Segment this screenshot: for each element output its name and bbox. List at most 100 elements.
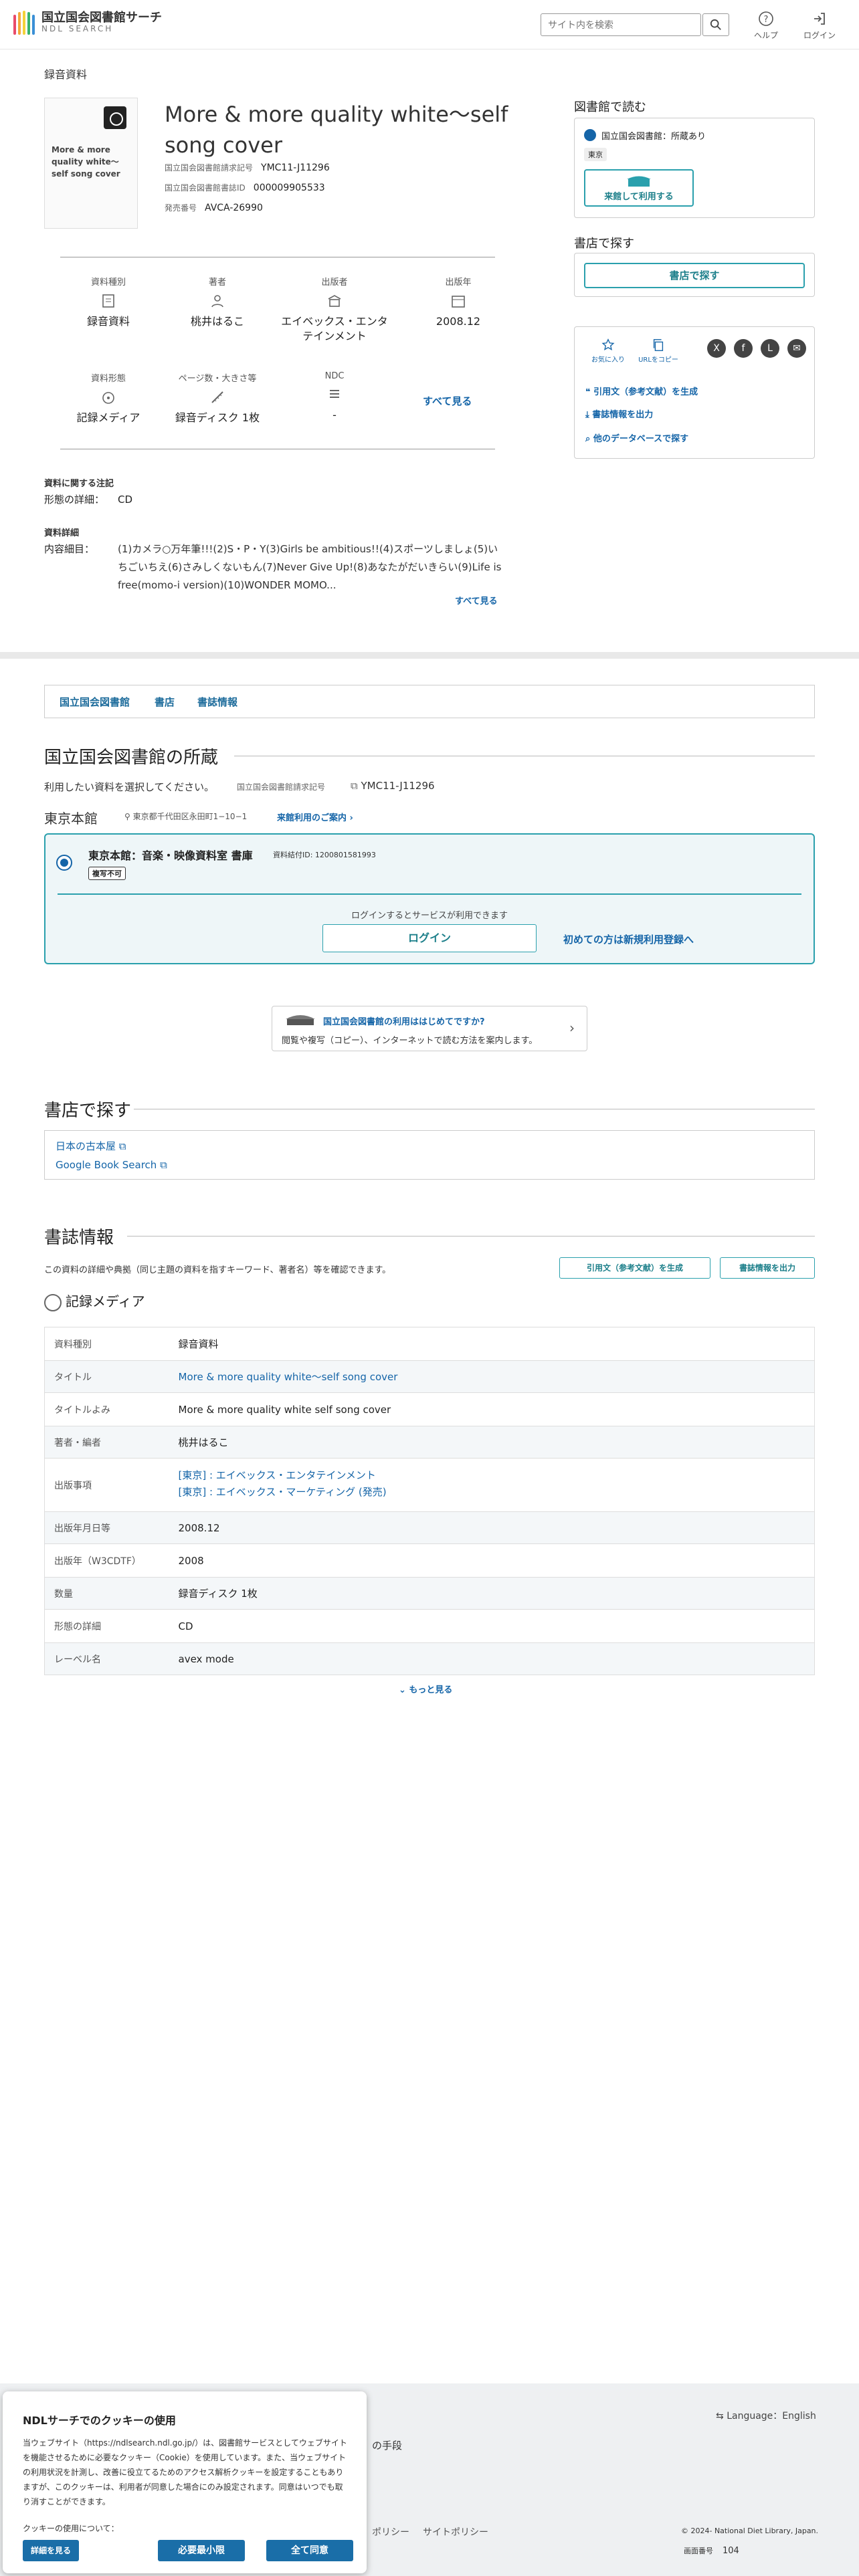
footer-site-policy-link[interactable]: サイトポリシー [423,2525,488,2539]
table-row: 数量 録音ディスク 1枚 [44,1577,815,1610]
library-illustration-icon [286,1015,315,1025]
copy-icon [653,339,664,351]
branch-address: ⚲ 東京都千代田区永田町1−10−1 [124,812,248,821]
bookstore-link-kosho[interactable]: 日本の古本屋 ⧉ [56,1139,126,1153]
login-button[interactable]: ログイン [322,924,537,952]
cd-icon [104,106,126,129]
biblio-table: 資料種別 録音資料 タイトル More & more quality white〜s… [44,1327,815,1675]
thumbnail-title: More & more quality white〜self song cove… [52,145,120,179]
table-row: タイトル More & more quality white〜self song … [44,1360,815,1393]
tab-ndl[interactable]: 国立国会図書館 [60,695,130,709]
detail-heading: 資料詳細 [44,528,80,538]
tab-biblio[interactable]: 書誌情報 [197,695,237,709]
ndl-mark-icon [584,129,596,141]
quote-icon: ❝ [585,387,594,397]
other-database-link[interactable]: ⌕ 他のデータベースで探す [585,431,688,444]
logo-subtitle: NDL SEARCH [41,24,114,33]
facet-pages-size[interactable]: ページ数・大きさ等 録音ディスク 1枚 [164,371,271,425]
facet-ndc[interactable]: NDC - [281,371,388,423]
holdings-call-no: ⧉ YMC11-J11296 [351,780,435,792]
copy-url-button[interactable]: URLをコピー [635,338,682,364]
logo-title[interactable]: 国立国会図書館サーチ [41,8,162,25]
cookie-minimal-button[interactable]: 必要最小限 [158,2540,245,2561]
facet-author[interactable]: 著者 桃井はるこ [164,275,271,329]
table-row: 著者・編者 桃井はるこ [44,1426,815,1459]
footer-policy-link[interactable]: ポリシー [372,2525,409,2539]
favorite-button[interactable]: お気に入り [588,338,628,364]
screen-number: 画面番号 104 [684,2546,739,2556]
holding-radio[interactable] [56,855,72,871]
title-link[interactable]: More & more quality white〜self song cove… [179,1371,398,1383]
facet-grid: 資料種別 録音資料 著者 桃井はるこ 出版者 エイベックス・エンタテインメント … [60,257,495,449]
meta-call-number: 国立国会図書館請求記号 YMC11-J11296 [165,163,330,173]
cookie-title: NDLサーチでのクッキーの使用 [23,2414,176,2427]
library-building-icon [627,176,651,187]
form-detail-row: 形態の詳細： CD [44,494,133,506]
show-more-link[interactable]: ⌄ もっと見る [399,1683,452,1695]
facebook-share-icon[interactable]: f [734,339,753,358]
help-button[interactable]: ? ヘルプ [743,11,789,41]
bookstore-links-box: 日本の古本屋 ⧉ Google Book Search ⧉ [44,1130,815,1180]
register-link[interactable]: 初めての方は新規利用登録へ [563,932,694,946]
contents-see-all-link[interactable]: すべて見る [455,594,498,607]
material-type-label: 録音資料 [44,68,88,81]
search-button[interactable] [702,13,729,36]
biblio-heading-rule [127,1236,815,1237]
cookie-usage-label: クッキーの使用について： [23,2524,119,2533]
search-small-icon: ⌕ [585,434,593,444]
login-label: ログイン [803,31,836,40]
building-icon [328,295,341,307]
biblio-export-button[interactable]: 書誌情報を出力 [720,1257,815,1279]
cookie-details-button[interactable]: 詳細を見る [23,2540,79,2561]
ruler-icon [211,391,223,403]
download-icon: ⤓ [585,410,593,420]
external-link-icon: ⧉ [116,1140,126,1152]
bookstore-box-right: 書店で探す [574,253,815,297]
x-share-icon[interactable]: X [707,339,726,358]
bookstore-search-button[interactable]: 書店で探す [584,263,805,288]
generate-citation-link[interactable]: ❝ 引用文（参考文献）を生成 [585,385,698,397]
library-holding-box: 国立国会図書館：所蔵あり 東京 来館して利用する [574,118,815,218]
publisher-link[interactable]: [東京] : エイベックス・エンタテインメント [179,1469,376,1481]
login-icon [814,13,825,25]
table-row: タイトルよみ More & more quality white self son… [44,1392,815,1426]
cookie-body: 当ウェブサイト（https://ndlsearch.ndl.go.jp/）は、図… [23,2438,347,2506]
export-biblio-link[interactable]: ⤓ 書誌情報を出力 [585,407,653,420]
line-share-icon[interactable]: L [761,339,779,358]
disc-icon [44,1293,62,1311]
login-prompt: ログインするとサービスが利用できます [351,911,508,921]
cookie-accept-all-button[interactable]: 全て同意 [266,2540,353,2561]
holding-card[interactable]: 東京本館：音楽・映像資料室 書庫 資料結付ID: 1200801581993 複… [44,833,815,964]
facets-see-all-link[interactable]: すべて見る [423,394,472,408]
ndl-logo-icon[interactable] [12,9,36,36]
visit-library-button[interactable]: 来館して利用する [584,169,694,207]
table-row: 出版事項 [東京] : エイベックス・エンタテインメント [東京] : エイベックス… [44,1458,815,1512]
biblio-cite-button[interactable]: 引用文（参考文献）を生成 [559,1257,710,1279]
table-row: 出版年（W3CDTF） 2008 [44,1543,815,1578]
language-switch[interactable]: ⇆ Language：English [716,2409,816,2422]
facet-publisher[interactable]: 出版者 エイベックス・エンタテインメント [281,275,388,344]
bookstore-link-google[interactable]: Google Book Search ⧉ [56,1159,167,1171]
login-header-button[interactable]: ログイン [796,11,843,41]
branch-name: 東京本館 [44,811,98,827]
tab-bookstore[interactable]: 書店 [155,695,175,709]
copy-not-allowed-badge: 複写不可 [88,867,126,880]
facet-material-type[interactable]: 資料種別 録音資料 [55,275,162,329]
mail-share-icon[interactable]: ✉ [787,339,806,358]
first-time-guide-card[interactable]: 国立国会図書館の利用ははじめてですか? 閲覧や複写（コピー）、インターネットで読… [272,1006,587,1051]
facet-format[interactable]: 資料形態 記録メディア [55,371,162,425]
translate-icon: ⇆ [716,2411,727,2422]
distributor-link[interactable]: [東京] : エイベックス・マーケティング (発売) [179,1486,387,1498]
pin-icon: ⚲ [124,812,133,821]
meta-release-number: 発売番号 AVCA-26990 [165,203,263,213]
copy-small-icon[interactable]: ⧉ [351,780,361,792]
site-search-input[interactable] [541,13,701,36]
actions-box: お気に入り URLをコピー X f L ✉ ❝ 引用文（参考文献）を生成 ⤓ 書… [574,326,815,459]
biblio-heading: 書誌情報 [44,1228,114,1248]
item-thumbnail: More & more quality white〜self song cove… [44,98,138,229]
facet-year[interactable]: 出版年 2008.12 [405,275,512,329]
notes-heading: 資料に関する注記 [44,479,114,489]
search-icon [710,19,721,30]
svg-text:?: ? [764,15,769,25]
visit-guide-link[interactable]: 来館利用のご案内 › [277,811,353,823]
